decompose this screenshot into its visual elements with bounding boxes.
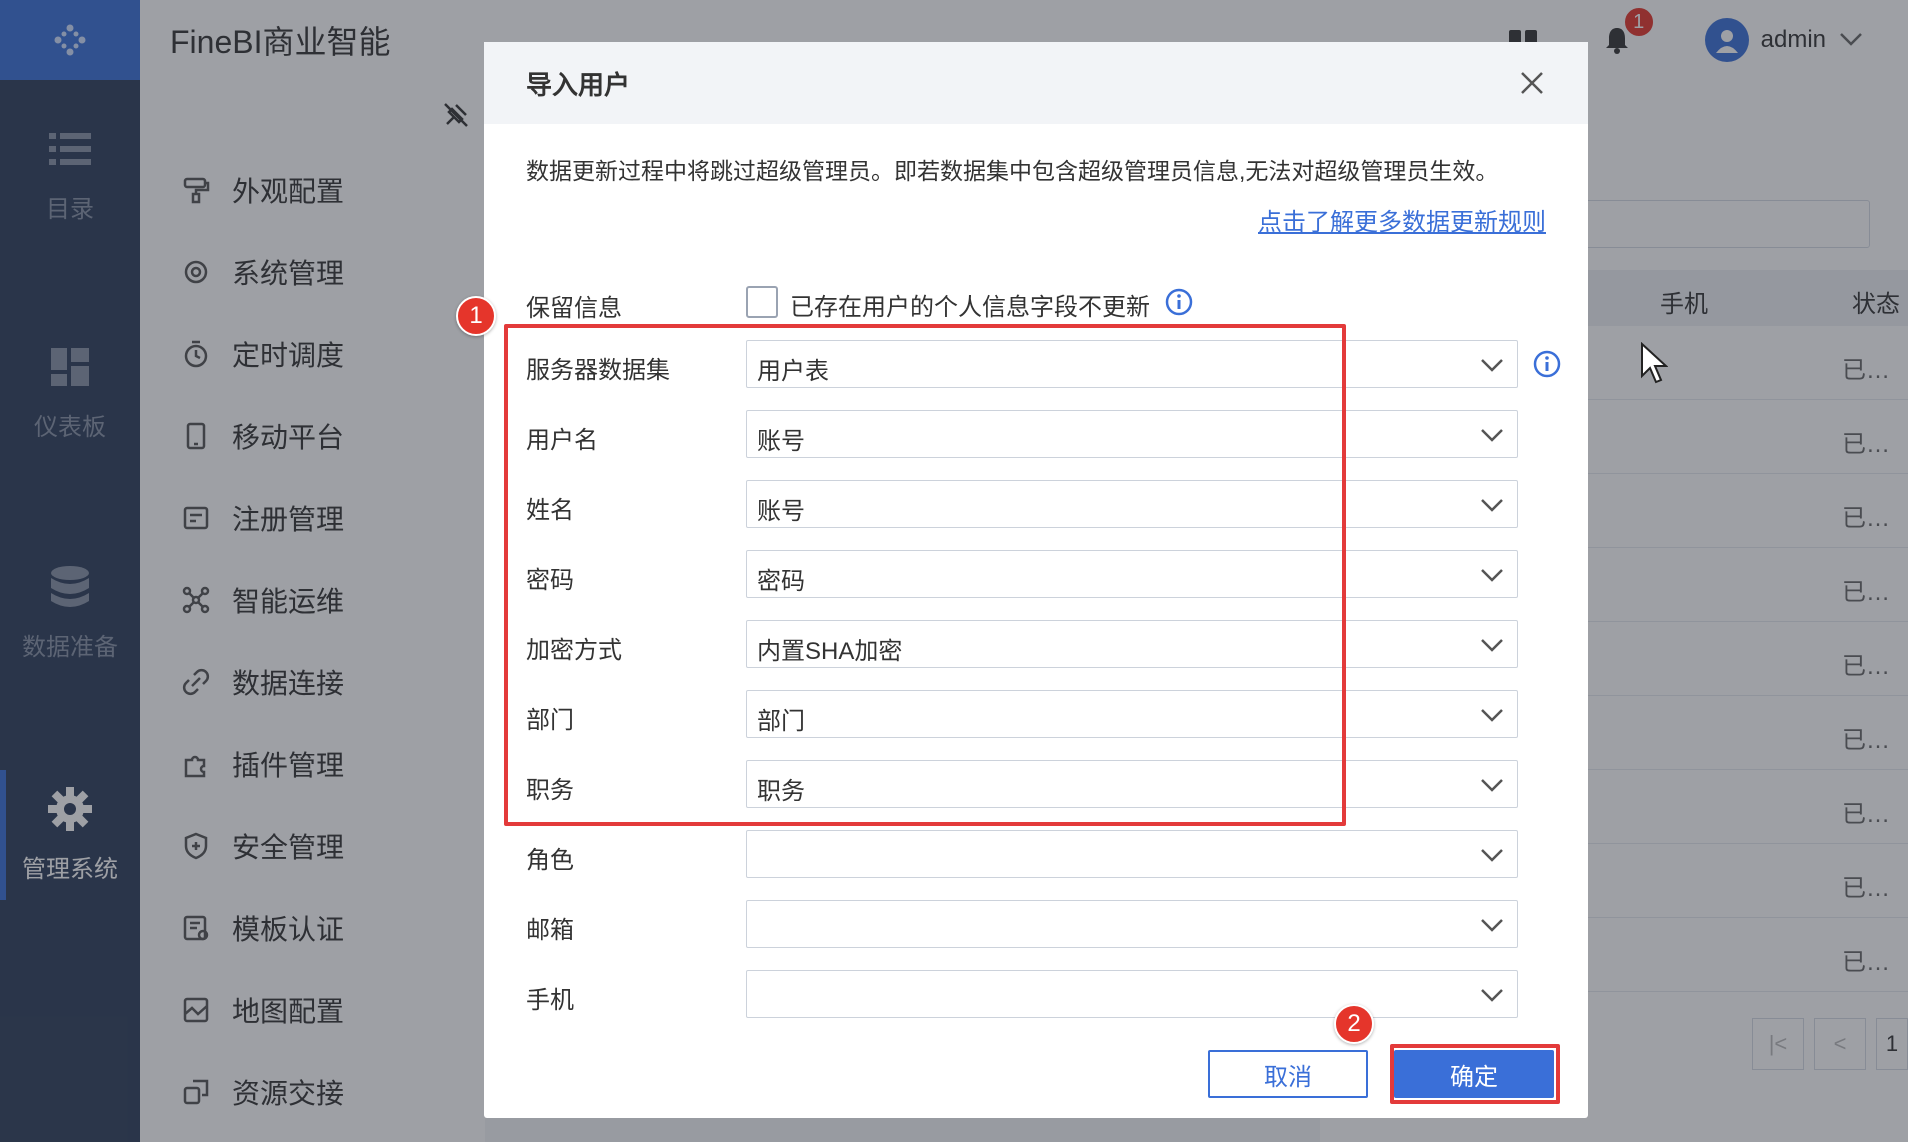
keep-info-checkbox[interactable]: [746, 286, 778, 318]
field-row-role: 角色: [484, 830, 1588, 878]
chevron-down-icon: [1481, 359, 1503, 372]
annotation-box-confirm: [1390, 1044, 1560, 1104]
field-row-email: 邮箱: [484, 900, 1588, 948]
cancel-button[interactable]: 取消: [1208, 1050, 1368, 1098]
keep-info-row: 保留信息 已存在用户的个人信息字段不更新: [484, 278, 1588, 326]
mouse-cursor-icon: [1641, 342, 1668, 384]
chevron-down-icon: [1481, 569, 1503, 582]
dialog-title: 导入用户: [526, 69, 631, 100]
email-select[interactable]: [746, 900, 1518, 948]
close-icon[interactable]: [1518, 69, 1546, 97]
update-notice: 数据更新过程中将跳过超级管理员。即若数据集中包含超级管理员信息,无法对超级管理员…: [526, 158, 1499, 184]
update-rules-link[interactable]: 点击了解更多数据更新规则: [1258, 202, 1546, 237]
chevron-down-icon: [1481, 989, 1503, 1002]
field-label: 角色: [526, 847, 574, 874]
annotation-step-2: 2: [1334, 1004, 1374, 1044]
field-label: 手机: [526, 987, 574, 1014]
dialog-header: 导入用户: [484, 42, 1588, 124]
chevron-down-icon: [1481, 639, 1503, 652]
import-users-dialog: 导入用户 数据更新过程中将跳过超级管理员。即若数据集中包含超级管理员信息,无法对…: [456, 42, 1588, 1118]
chevron-down-icon: [1481, 849, 1503, 862]
phone-select[interactable]: [746, 970, 1518, 1018]
keep-info-checkbox-label: 已存在用户的个人信息字段不更新: [790, 294, 1150, 321]
chevron-down-icon: [1481, 779, 1503, 792]
field-row-phone: 手机: [484, 970, 1588, 1018]
chevron-down-icon: [1481, 429, 1503, 442]
role-select[interactable]: [746, 830, 1518, 878]
keep-info-label: 保留信息: [526, 295, 622, 322]
field-label: 邮箱: [526, 917, 574, 944]
info-icon[interactable]: [1164, 287, 1194, 317]
chevron-down-icon: [1481, 919, 1503, 932]
chevron-down-icon: [1481, 499, 1503, 512]
info-icon[interactable]: [1532, 349, 1562, 379]
annotation-step-1: 1: [456, 296, 496, 336]
chevron-down-icon: [1481, 709, 1503, 722]
annotation-box-fields: [504, 324, 1346, 826]
